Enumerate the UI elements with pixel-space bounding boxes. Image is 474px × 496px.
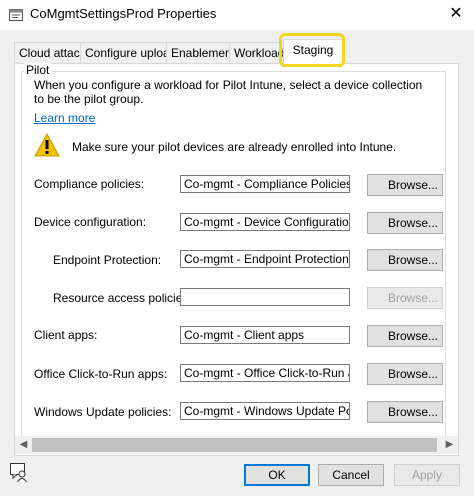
apply-button: Apply — [394, 464, 460, 486]
scrollbar-thumb[interactable] — [32, 438, 437, 452]
browse-resource-access-button: Browse... (R) — [367, 287, 443, 309]
endpoint-protection-label: Endpoint Protection: — [53, 253, 162, 267]
pilot-description: When you configure a workload for Pilot … — [34, 78, 423, 106]
staging-tab-highlight — [279, 33, 345, 67]
warning-icon — [34, 133, 60, 157]
title-bar: CoMgmtSettingsProd Properties ✕ — [0, 0, 474, 30]
horizontal-scrollbar[interactable]: ◀ ▶ — [15, 436, 458, 454]
windows-update-policies-field[interactable]: Co-mgmt - Windows Update Policies — [180, 402, 350, 420]
office-click-to-run-label: Office Click-to-Run apps: — [34, 367, 168, 381]
window-title: CoMgmtSettingsProd Properties — [30, 6, 217, 21]
resource-access-policies-label: Resource access policies: — [53, 291, 192, 305]
warning-text: Make sure your pilot devices are already… — [72, 140, 397, 154]
browse-office-click-to-run-button[interactable]: Browse... (F) — [367, 363, 443, 385]
resource-access-policies-field — [180, 288, 350, 306]
device-configuration-label: Device configuration: — [34, 215, 147, 229]
endpoint-protection-field[interactable]: Co-mgmt - Endpoint Protection — [180, 250, 350, 268]
tab-enablement[interactable]: Enablement — [166, 42, 235, 63]
tab-cloud-attach[interactable]: Cloud attach — [14, 42, 86, 63]
browse-compliance-button[interactable]: Browse... (C) — [367, 174, 443, 196]
browse-device-configuration-button[interactable]: Browse... (D) — [367, 212, 443, 234]
client-apps-label: Client apps: — [34, 328, 98, 342]
scroll-right-icon[interactable]: ▶ — [441, 436, 458, 454]
compliance-policies-label: Compliance policies: — [34, 177, 145, 191]
browse-endpoint-protection-button[interactable]: Browse... (E) — [367, 249, 443, 271]
browse-windows-update-button[interactable]: Browse... (W) — [367, 401, 443, 423]
compliance-policies-field[interactable]: Co-mgmt - Compliance Policies — [180, 175, 350, 193]
client-apps-field[interactable]: Co-mgmt - Client apps — [180, 326, 350, 344]
close-icon[interactable]: ✕ — [444, 3, 468, 25]
pilot-group-title: Pilot — [24, 63, 52, 77]
tab-configure-upload[interactable]: Configure upload — [80, 42, 172, 63]
scroll-left-icon[interactable]: ◀ — [15, 436, 32, 454]
device-configuration-field[interactable]: Co-mgmt - Device Configuration — [180, 213, 350, 231]
cancel-button[interactable]: Cancel — [318, 464, 384, 486]
learn-more-link[interactable]: Learn more — [34, 111, 95, 125]
ok-button[interactable]: OK — [244, 464, 310, 486]
user-chat-icon[interactable] — [8, 461, 30, 483]
windows-update-policies-label: Windows Update policies: — [34, 405, 172, 419]
properties-window-icon — [9, 9, 23, 21]
browse-client-apps-button[interactable]: Browse... (L) — [367, 325, 443, 347]
tab-workloads[interactable]: Workloads — [229, 42, 285, 63]
office-click-to-run-field[interactable]: Co-mgmt - Office Click-to-Run apps — [180, 364, 350, 382]
